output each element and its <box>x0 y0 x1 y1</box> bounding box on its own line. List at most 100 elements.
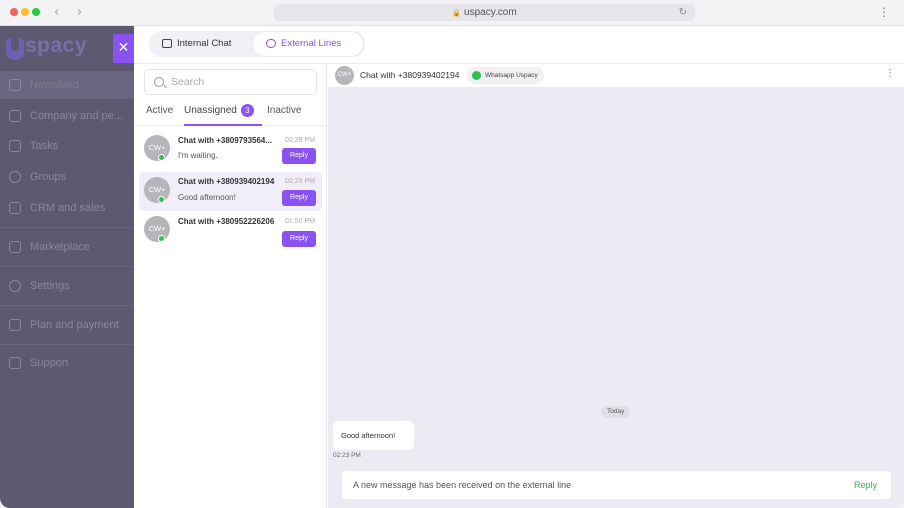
gear-icon <box>9 280 21 292</box>
date-divider: Today <box>601 406 631 418</box>
chat-time: 01:50 PM <box>285 218 315 225</box>
chat-type-tabs-bar: Internal Chat External Lines <box>134 26 904 64</box>
notice-reply-button[interactable]: Reply <box>854 471 877 499</box>
divider <box>0 305 134 306</box>
message-icon <box>162 39 172 48</box>
tab-internal-chat[interactable]: Internal Chat <box>149 32 253 56</box>
chat-title: Chat with +380939402194 <box>360 70 460 80</box>
notice-text: A new message has been received on the e… <box>353 480 572 490</box>
chat-name: Chat with +380939402194 <box>178 177 275 186</box>
chat-bubbles-icon <box>266 39 276 48</box>
chat-name: Chat with +380952226206 <box>178 217 275 226</box>
home-icon <box>9 79 21 91</box>
message-bubble: Good afternoon! <box>333 421 414 450</box>
sidebar-item-label: Newsfeed <box>30 79 79 91</box>
chat-time: 02:23 PM <box>285 178 315 185</box>
sidebar-item-newsfeed[interactable]: Newsfeed <box>0 71 134 99</box>
sidebar-item-tasks[interactable]: Tasks <box>0 132 134 160</box>
close-sidebar-button[interactable]: ✕ <box>113 34 134 63</box>
chat-last-message: Good afternoon! <box>178 193 236 202</box>
chat-list-item[interactable]: CW+ Chat with +380952226206 01:50 PM Rep… <box>139 215 322 253</box>
search-input[interactable]: Search <box>144 69 317 95</box>
chat-header: CW+ Chat with +380939402194 Whatsapp Usp… <box>328 64 904 88</box>
chat-type-tabs: Internal Chat External Lines <box>149 31 365 57</box>
online-status-icon <box>158 154 165 161</box>
channel-badge: Whatsapp Uspacy <box>467 67 544 84</box>
sidebar-item-label: Groups <box>30 171 67 183</box>
browser-toolbar: ‹ › 🔒 uspacy.com ↻ ⋮ <box>0 0 904 26</box>
sidebar-item-label: Plan and payment <box>30 319 119 331</box>
unassigned-count-badge: 3 <box>240 104 254 117</box>
avatar: CW+ <box>335 66 354 85</box>
divider <box>0 227 134 228</box>
url-text: uspacy.com <box>464 7 517 18</box>
divider <box>0 344 134 345</box>
avatar: CW+ <box>144 135 170 161</box>
online-status-icon <box>158 196 165 203</box>
reply-button[interactable]: Reply <box>282 190 316 206</box>
tab-label: Inactive <box>267 105 302 116</box>
avatar: CW+ <box>144 216 170 242</box>
chat-filter-tabs: Active Unassigned 3 Inactive <box>134 102 327 126</box>
database-icon <box>9 202 21 214</box>
chat-messages: Today Good afternoon! 02:23 PM A new mes… <box>328 88 904 508</box>
tab-label: Active <box>146 105 174 116</box>
reply-button[interactable]: Reply <box>282 148 316 164</box>
logo-mark-icon: U <box>6 38 24 60</box>
new-message-notice: A new message has been received on the e… <box>342 471 891 499</box>
sidebar: Uspacy ✕ Newsfeed Company and pe... Task… <box>0 26 134 508</box>
sidebar-item-company[interactable]: Company and pe... <box>0 102 134 130</box>
tab-external-lines[interactable]: External Lines <box>253 32 363 56</box>
sidebar-item-support[interactable]: Support <box>0 349 134 377</box>
search-icon <box>154 77 164 87</box>
close-window-button[interactable] <box>10 8 18 16</box>
sidebar-item-label: Tasks <box>30 140 59 152</box>
online-status-icon <box>158 235 165 242</box>
whatsapp-icon <box>472 71 481 80</box>
logo: Uspacy <box>6 34 87 60</box>
logo-text: spacy <box>25 34 88 57</box>
search-placeholder: Search <box>171 76 205 88</box>
chat-list-item[interactable]: CW+ Chat with +3809793564... 02:29 PM I'… <box>139 134 322 172</box>
sidebar-item-settings[interactable]: Settings <box>0 272 134 300</box>
sidebar-item-marketplace[interactable]: Marketplace <box>0 233 134 261</box>
store-icon <box>9 241 21 253</box>
sidebar-item-label: Settings <box>30 280 70 292</box>
sidebar-item-label: Company and pe... <box>30 110 123 122</box>
chat-last-message: I'm waiting. <box>178 151 218 160</box>
sidebar-item-plan[interactable]: Plan and payment <box>0 311 134 339</box>
building-icon <box>9 110 21 122</box>
chevron-right-icon[interactable]: › <box>77 5 82 20</box>
wallet-icon <box>9 319 21 331</box>
sidebar-item-label: Marketplace <box>30 241 90 253</box>
sidebar-item-groups[interactable]: Groups <box>0 163 134 191</box>
sidebar-item-crm[interactable]: CRM and sales <box>0 194 134 222</box>
tab-inactive[interactable]: Inactive <box>267 102 301 126</box>
browser-menu-icon[interactable]: ⋮ <box>878 5 890 19</box>
sidebar-item-label: CRM and sales <box>30 202 106 214</box>
reload-icon[interactable]: ↻ <box>679 4 687 21</box>
help-icon <box>9 357 21 369</box>
calendar-icon <box>9 140 21 152</box>
app-window: ‹ › 🔒uspacy.com ↻ ⋮ Uspacy ✕ Newsfeed Co… <box>0 0 904 508</box>
tab-active[interactable]: Active <box>146 102 173 126</box>
maximize-window-button[interactable] <box>32 8 40 16</box>
message-time: 02:23 PM <box>333 452 361 459</box>
lock-icon: 🔒 <box>452 10 462 17</box>
minimize-window-button[interactable] <box>21 8 29 16</box>
chevron-left-icon[interactable]: ‹ <box>54 5 59 20</box>
tab-label: Unassigned <box>184 105 237 116</box>
avatar: CW+ <box>144 177 170 203</box>
channel-label: Whatsapp Uspacy <box>485 72 538 79</box>
tab-unassigned[interactable]: Unassigned 3 <box>184 102 262 126</box>
chat-list-item[interactable]: CW+ Chat with +380939402194 02:23 PM Goo… <box>139 172 322 211</box>
tab-label: Internal Chat <box>177 38 232 49</box>
sidebar-item-label: Support <box>30 357 69 369</box>
divider <box>0 266 134 267</box>
users-icon <box>9 171 21 183</box>
reply-button[interactable]: Reply <box>282 231 316 247</box>
chat-time: 02:29 PM <box>285 137 315 144</box>
more-options-icon[interactable]: ⋮ <box>885 68 895 79</box>
chat-name: Chat with +3809793564... <box>178 136 273 145</box>
address-bar[interactable]: 🔒 uspacy.com ↻ <box>274 4 695 21</box>
